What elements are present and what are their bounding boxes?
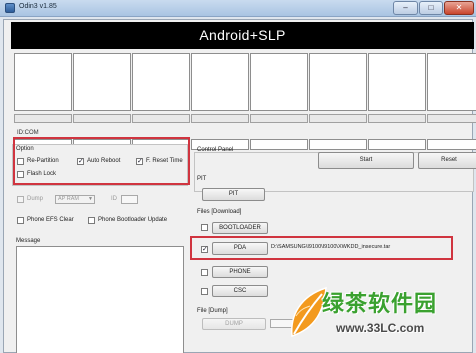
pit-legend: PIT: [197, 176, 207, 182]
device-slot: [427, 53, 476, 111]
bootloader-button[interactable]: BOOTLOADER: [212, 222, 268, 234]
dump-label: Dump: [27, 196, 44, 202]
csc-checkbox[interactable]: [201, 288, 208, 295]
file-dump-legend: File [Dump]: [197, 308, 228, 314]
progress-box: [191, 114, 249, 123]
bootloader-checkbox[interactable]: [201, 224, 208, 231]
com-box: [309, 139, 367, 150]
phone-button[interactable]: PHONE: [212, 266, 268, 278]
device-slot: [73, 53, 131, 111]
message-legend: Message: [16, 238, 41, 244]
progress-box: [250, 114, 308, 123]
phone-efs-clear-checkbox[interactable]: [17, 217, 24, 224]
progress-box: [309, 114, 367, 123]
odin-window: Odin3 v1.85 – □ ✕ Android+SLP ID:COM Opt…: [0, 0, 476, 353]
device-slot: [309, 53, 367, 111]
title-bar: Odin3 v1.85 – □ ✕: [0, 0, 476, 17]
watermark-url: www.33LC.com: [336, 321, 425, 335]
device-slot: [250, 53, 308, 111]
device-slot: [132, 53, 190, 111]
device-slot: [368, 53, 426, 111]
progress-row: [14, 114, 476, 124]
device-slots: [14, 53, 476, 111]
device-slot: [191, 53, 249, 111]
progress-box: [368, 114, 426, 123]
control-panel-legend: Control Panel: [197, 147, 234, 153]
maximize-button[interactable]: □: [419, 1, 443, 15]
dump-button[interactable]: DUMP: [202, 318, 266, 330]
close-button[interactable]: ✕: [444, 1, 474, 15]
dump-target-value: AP RAM: [58, 196, 79, 202]
pda-highlight-box: [190, 236, 453, 260]
idcom-label: ID:COM: [17, 130, 39, 136]
minimize-button[interactable]: –: [393, 1, 418, 15]
files-legend: Files [Download]: [197, 209, 242, 215]
id-label: ID: [111, 196, 117, 202]
banner-title: Android+SLP: [11, 22, 474, 49]
reset-button[interactable]: Reset: [418, 152, 476, 169]
com-box: [368, 139, 426, 150]
device-slot: [14, 53, 72, 111]
watermark-logo: 绿茶软件园 www.33LC.com: [288, 282, 476, 353]
progress-box: [14, 114, 72, 123]
dump-id-field[interactable]: [121, 195, 138, 204]
pit-button[interactable]: PIT: [202, 188, 265, 201]
app-icon: [5, 3, 15, 13]
phone-bootloader-update-checkbox[interactable]: [88, 217, 95, 224]
progress-box: [427, 114, 476, 123]
option-highlight-box: [13, 137, 190, 185]
dump-target-select[interactable]: AP RAM ▼: [55, 195, 95, 204]
dump-checkbox[interactable]: [17, 196, 24, 203]
progress-box: [73, 114, 131, 123]
window-title: Odin3 v1.85: [19, 3, 57, 10]
progress-box: [132, 114, 190, 123]
phone-efs-clear-label: Phone EFS Clear: [27, 217, 74, 223]
start-button[interactable]: Start: [318, 152, 414, 169]
phone-checkbox[interactable]: [201, 269, 208, 276]
com-box: [250, 139, 308, 150]
com-box: [427, 139, 476, 150]
phone-bootloader-update-label: Phone Bootloader Update: [98, 217, 168, 223]
watermark-name: 绿茶软件园: [322, 291, 438, 316]
chevron-down-icon: ▼: [88, 196, 93, 202]
message-log[interactable]: [16, 246, 184, 353]
csc-button[interactable]: CSC: [212, 285, 268, 297]
